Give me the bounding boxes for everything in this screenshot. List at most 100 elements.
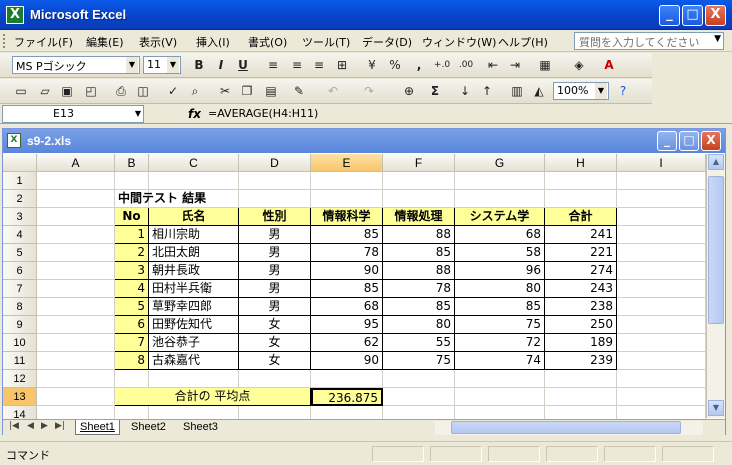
cell[interactable]: [37, 334, 115, 352]
increase-indent-icon[interactable]: ⇥: [506, 57, 524, 73]
table-cell[interactable]: 90: [311, 262, 383, 280]
cell[interactable]: [617, 226, 706, 244]
cell[interactable]: [37, 370, 115, 388]
redo-icon[interactable]: ↷: [360, 83, 378, 99]
sort-ascending-icon[interactable]: ↓: [456, 83, 474, 99]
table-cell[interactable]: 62: [311, 334, 383, 352]
cell[interactable]: [383, 370, 455, 388]
copy-icon[interactable]: ❐: [238, 83, 256, 99]
table-cell[interactable]: 女: [239, 352, 311, 370]
cell[interactable]: [383, 172, 455, 190]
table-cell[interactable]: 8: [115, 352, 149, 370]
maximize-button[interactable]: □: [682, 5, 703, 26]
menu-window[interactable]: ウィンドウ(W): [422, 34, 496, 50]
last-sheet-icon[interactable]: ▶|: [55, 421, 65, 431]
menu-tools[interactable]: ツール(T): [302, 34, 350, 50]
table-cell[interactable]: 池谷恭子: [149, 334, 239, 352]
column-header-e[interactable]: E: [311, 154, 383, 172]
table-cell[interactable]: 243: [545, 280, 617, 298]
row-header-12[interactable]: 12: [3, 370, 37, 388]
table-cell[interactable]: 5: [115, 298, 149, 316]
font-color-icon[interactable]: A: [600, 57, 618, 73]
horizontal-scrollbar[interactable]: [435, 421, 703, 435]
table-cell[interactable]: 女: [239, 316, 311, 334]
chevron-down-icon[interactable]: ▼: [714, 34, 721, 44]
cell[interactable]: [617, 280, 706, 298]
permission-icon[interactable]: ◰: [82, 83, 100, 99]
table-cell[interactable]: 4: [115, 280, 149, 298]
first-sheet-icon[interactable]: |◀: [9, 421, 19, 431]
cell[interactable]: [37, 388, 115, 406]
menu-help[interactable]: ヘルプ(H): [498, 34, 548, 50]
fill-color-icon[interactable]: ◈: [570, 57, 588, 73]
table-cell[interactable]: 239: [545, 352, 617, 370]
formula-input[interactable]: =AVERAGE(H4:H11): [208, 107, 318, 120]
decrease-decimal-button[interactable]: .00: [454, 57, 478, 73]
hyperlink-icon[interactable]: ⊕: [400, 83, 418, 99]
table-cell[interactable]: 相川宗助: [149, 226, 239, 244]
table-cell[interactable]: 250: [545, 316, 617, 334]
menu-edit[interactable]: 編集(E): [86, 34, 124, 50]
table-cell[interactable]: 田村半兵衛: [149, 280, 239, 298]
table-header[interactable]: 情報科学: [311, 208, 383, 226]
table-cell[interactable]: 男: [239, 244, 311, 262]
cell[interactable]: [545, 370, 617, 388]
table-cell[interactable]: 80: [455, 280, 545, 298]
table-cell[interactable]: 75: [455, 316, 545, 334]
column-header-g[interactable]: G: [455, 154, 545, 172]
cell[interactable]: [37, 298, 115, 316]
row-header-5[interactable]: 5: [3, 244, 37, 262]
average-value-cell[interactable]: 236.875: [311, 388, 383, 406]
tab-sheet1[interactable]: Sheet1: [75, 420, 120, 435]
cell[interactable]: [617, 208, 706, 226]
table-header[interactable]: 情報処理: [383, 208, 455, 226]
table-cell[interactable]: 朝井長政: [149, 262, 239, 280]
table-header[interactable]: 氏名: [149, 208, 239, 226]
row-header-7[interactable]: 7: [3, 280, 37, 298]
table-cell[interactable]: 68: [455, 226, 545, 244]
spelling-icon[interactable]: ✓: [164, 83, 182, 99]
cell[interactable]: [239, 172, 311, 190]
table-cell[interactable]: 238: [545, 298, 617, 316]
merge-center-icon[interactable]: ⊞: [333, 57, 351, 73]
row-header-3[interactable]: 3: [3, 208, 37, 226]
table-cell[interactable]: 78: [311, 244, 383, 262]
menu-format[interactable]: 書式(O): [248, 34, 287, 50]
cell[interactable]: [617, 352, 706, 370]
table-cell[interactable]: 85: [311, 226, 383, 244]
hscroll-thumb[interactable]: [451, 421, 681, 434]
column-header-c[interactable]: C: [149, 154, 239, 172]
sort-descending-icon[interactable]: ↑: [478, 83, 496, 99]
table-cell[interactable]: 72: [455, 334, 545, 352]
research-icon[interactable]: ⌕: [186, 83, 204, 99]
italic-button[interactable]: I: [212, 57, 230, 73]
autosum-button[interactable]: Σ: [426, 83, 444, 99]
next-sheet-icon[interactable]: ▶: [41, 421, 48, 431]
table-cell[interactable]: 古森嘉代: [149, 352, 239, 370]
table-cell[interactable]: 88: [383, 262, 455, 280]
cell[interactable]: [455, 388, 545, 406]
select-all-corner[interactable]: [3, 154, 37, 172]
cell[interactable]: [115, 370, 149, 388]
table-cell[interactable]: 2: [115, 244, 149, 262]
cell[interactable]: [455, 190, 545, 208]
table-cell[interactable]: 80: [383, 316, 455, 334]
table-cell[interactable]: 74: [455, 352, 545, 370]
cell[interactable]: [149, 370, 239, 388]
scroll-down-icon[interactable]: ▼: [708, 400, 724, 416]
menu-insert[interactable]: 挿入(I): [196, 34, 230, 50]
cell[interactable]: [617, 172, 706, 190]
table-cell[interactable]: 75: [383, 352, 455, 370]
table-cell[interactable]: 女: [239, 334, 311, 352]
paste-icon[interactable]: ▤: [262, 83, 280, 99]
chevron-down-icon[interactable]: ▼: [126, 57, 138, 73]
row-header-8[interactable]: 8: [3, 298, 37, 316]
row-header-10[interactable]: 10: [3, 334, 37, 352]
table-cell[interactable]: 男: [239, 226, 311, 244]
column-header-b[interactable]: B: [115, 154, 149, 172]
cut-icon[interactable]: ✂: [216, 83, 234, 99]
new-icon[interactable]: ▭: [12, 83, 30, 99]
cell[interactable]: [115, 172, 149, 190]
table-cell[interactable]: 田野佐知代: [149, 316, 239, 334]
table-cell[interactable]: 189: [545, 334, 617, 352]
